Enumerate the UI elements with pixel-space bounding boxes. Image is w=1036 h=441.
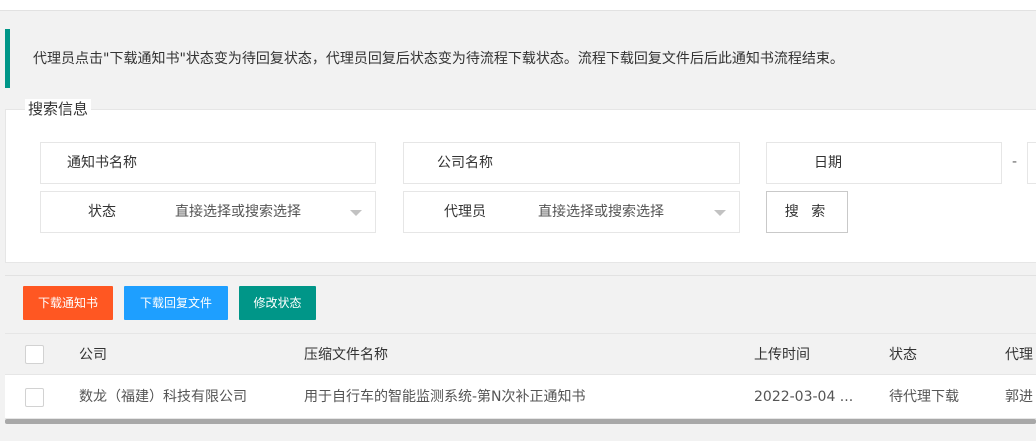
- company-name-input[interactable]: [526, 142, 740, 184]
- date-start-input[interactable]: [889, 142, 1002, 184]
- header-filename[interactable]: 压缩文件名称: [304, 334, 388, 376]
- select-all-checkbox[interactable]: [25, 345, 44, 364]
- search-button[interactable]: 搜 索: [766, 191, 848, 233]
- row-filename: 用于自行车的智能监测系统-第N次补正通知书: [304, 389, 586, 405]
- status-select-placeholder: 直接选择或搜索选择: [175, 204, 301, 220]
- chevron-down-icon: [350, 210, 362, 216]
- search-fieldset: [5, 109, 1036, 263]
- agent-select[interactable]: 直接选择或搜索选择: [526, 191, 740, 233]
- notice-text: 代理员点击"下载通知书"状态变为待回复状态，代理员回复后状态变为待流程下载状态。…: [33, 51, 844, 67]
- notice-name-label: 通知书名称: [40, 142, 164, 184]
- chevron-down-icon: [714, 210, 726, 216]
- status-label: 状态: [40, 191, 164, 233]
- row-status: 待代理下载: [889, 389, 959, 405]
- download-reply-button[interactable]: 下载回复文件: [124, 286, 228, 320]
- status-select[interactable]: 直接选择或搜索选择: [163, 191, 376, 233]
- agent-label: 代理员: [403, 191, 527, 233]
- horizontal-scrollbar[interactable]: [5, 419, 1036, 424]
- header-company[interactable]: 公司: [79, 334, 107, 376]
- header-upload-time[interactable]: 上传时间: [754, 334, 810, 376]
- change-status-button[interactable]: 修改状态: [239, 286, 316, 320]
- company-name-label: 公司名称: [403, 142, 527, 184]
- header-status[interactable]: 状态: [889, 334, 917, 376]
- row-checkbox[interactable]: [25, 388, 44, 407]
- agent-select-placeholder: 直接选择或搜索选择: [538, 204, 664, 220]
- notice-name-input[interactable]: [163, 142, 376, 184]
- row-company: 数龙（福建）科技有限公司: [79, 389, 247, 405]
- top-bar: [0, 0, 1036, 11]
- download-notice-button[interactable]: 下载通知书: [23, 286, 113, 320]
- row-agent: 郭进: [1005, 389, 1033, 405]
- date-separator: -: [1012, 154, 1018, 170]
- date-label: 日期: [766, 142, 890, 184]
- row-upload-time: 2022-03-04 ...: [754, 389, 854, 405]
- date-end-input[interactable]: [1027, 142, 1036, 184]
- header-agent[interactable]: 代理: [1005, 334, 1036, 376]
- table-row[interactable]: 数龙（福建）科技有限公司 用于自行车的智能监测系统-第N次补正通知书 2022-…: [5, 375, 1036, 419]
- notice-banner: 代理员点击"下载通知书"状态变为待回复状态，代理员回复后状态变为待流程下载状态。…: [5, 29, 1036, 88]
- search-legend: 搜索信息: [25, 99, 92, 119]
- table-header: 公司 压缩文件名称 上传时间 状态 代理: [5, 333, 1036, 375]
